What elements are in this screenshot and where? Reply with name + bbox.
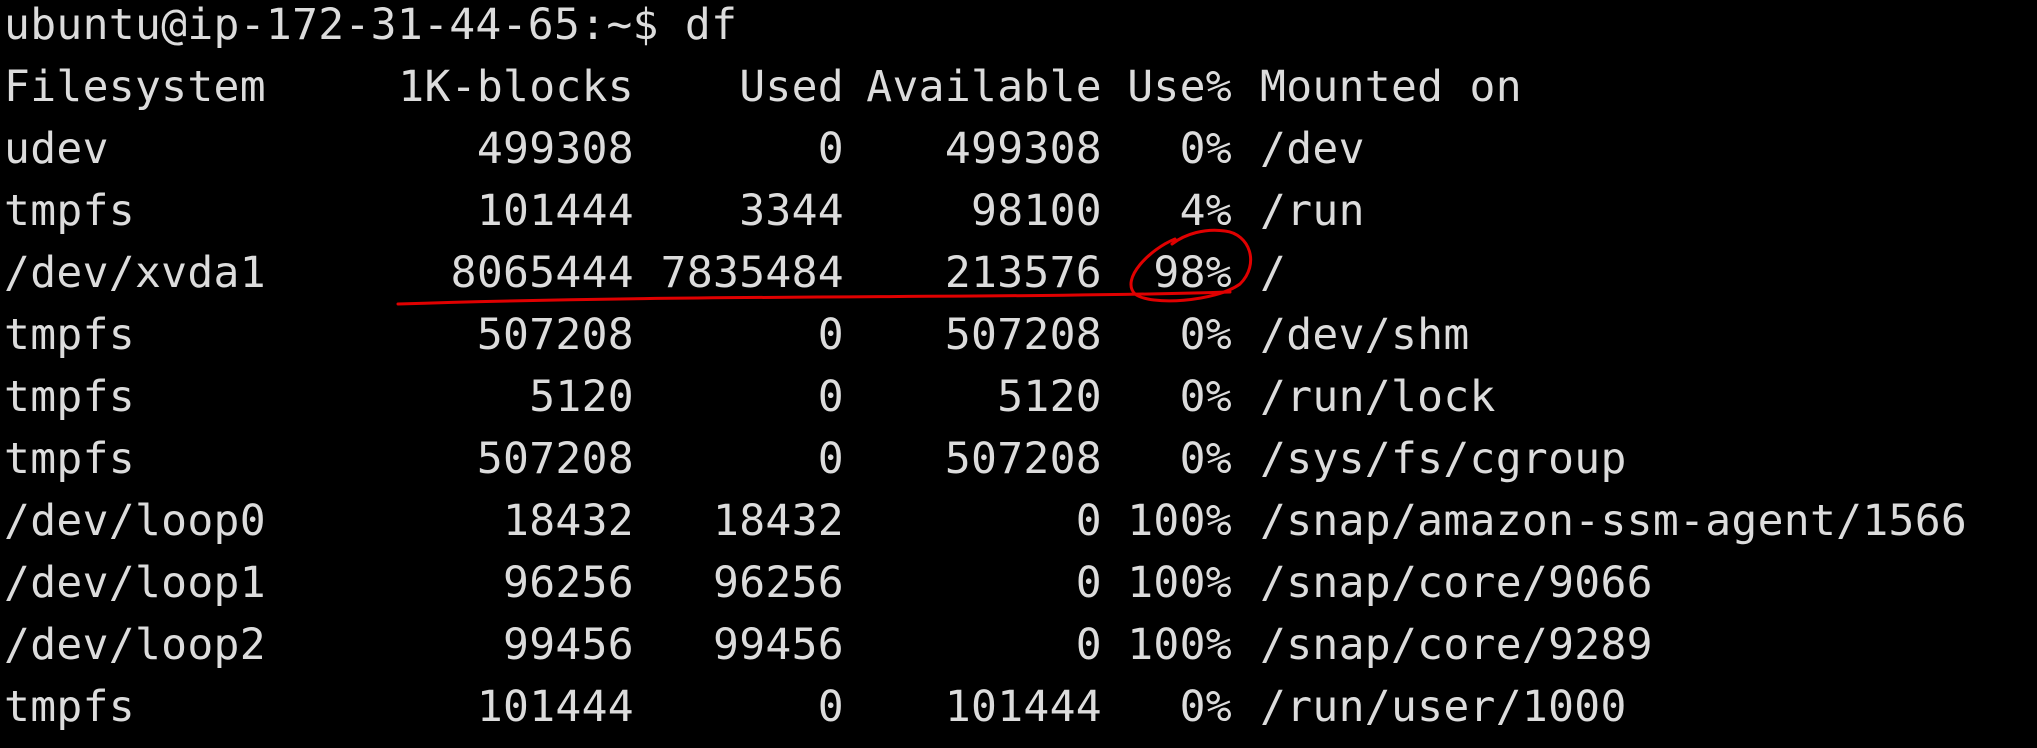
- cell-available: 98100: [971, 186, 1102, 236]
- cell-use-pct: 0%: [1179, 310, 1232, 360]
- header-available: Available: [866, 62, 1102, 112]
- cell-used: 0: [817, 434, 844, 484]
- cell-available: 0: [1075, 496, 1102, 546]
- cell-used: 0: [817, 682, 844, 732]
- cell-available: 507208: [944, 434, 1102, 484]
- filesystem-rows: udev 499308 0 499308 0% /dev tmpfs 101444 3344 98…: [4, 118, 2037, 738]
- table-row: /dev/loop0 18432 18432 0 100% /snap/amazon-ss…: [4, 490, 2037, 552]
- cell-used: 0: [817, 124, 844, 174]
- cell-used: 0: [817, 372, 844, 422]
- cell-mounted-on: /run: [1260, 186, 1365, 236]
- cell-filesystem: /dev/xvda1: [4, 248, 266, 298]
- cell-mounted-on: /dev: [1260, 124, 1365, 174]
- prompt-line: ubuntu@ip-172-31-44-65:~$ df: [4, 0, 2037, 56]
- command-text: df: [684, 0, 738, 50]
- cell-use-pct: 0%: [1179, 434, 1232, 484]
- cell-used: 99456: [713, 620, 844, 670]
- cell-blocks: 8065444: [450, 248, 634, 298]
- cell-available: 101444: [944, 682, 1102, 732]
- table-row: tmpfs 5120 0 5120 0% /run/lock: [4, 366, 2037, 428]
- cell-available: 507208: [944, 310, 1102, 360]
- header-mounted-on: Mounted on: [1260, 62, 1522, 112]
- table-row: /dev/xvda1 8065444 7835484 213576 98% /: [4, 242, 2037, 304]
- cell-blocks: 507208: [476, 434, 634, 484]
- cell-blocks: 101444: [476, 186, 634, 236]
- table-row: tmpfs 101444 0 101444 0% /run/user/1000: [4, 676, 2037, 738]
- cell-use-pct: 100%: [1127, 496, 1232, 546]
- header-used: Used: [739, 62, 844, 112]
- cell-use-pct: 100%: [1127, 620, 1232, 670]
- cell-blocks: 18432: [503, 496, 634, 546]
- table-row: udev 499308 0 499308 0% /dev: [4, 118, 2037, 180]
- table-row: tmpfs 101444 3344 98100 4% /run: [4, 180, 2037, 242]
- header-blocks: 1K-blocks: [398, 62, 634, 112]
- cell-filesystem: /dev/loop1: [4, 558, 266, 608]
- table-row: /dev/loop1 96256 96256 0 100% /snap/core/9066: [4, 552, 2037, 614]
- cell-use-pct: 4%: [1179, 186, 1232, 236]
- cell-filesystem: tmpfs: [4, 372, 135, 422]
- cell-filesystem: udev: [4, 124, 109, 174]
- cell-use-pct: 0%: [1179, 372, 1232, 422]
- cell-mounted-on: /snap/core/9066: [1260, 558, 1653, 608]
- cell-use-pct: 0%: [1179, 682, 1232, 732]
- cell-blocks: 96256: [503, 558, 634, 608]
- cell-used: 96256: [713, 558, 844, 608]
- cell-available: 213576: [944, 248, 1102, 298]
- header-filesystem: Filesystem: [4, 62, 266, 112]
- cell-used: 18432: [713, 496, 844, 546]
- shell-prompt: ubuntu@ip-172-31-44-65:~$: [4, 0, 659, 50]
- cell-mounted-on: /run/lock: [1260, 372, 1496, 422]
- cell-use-pct: 100%: [1127, 558, 1232, 608]
- cell-available: 0: [1075, 558, 1102, 608]
- cell-blocks: 507208: [476, 310, 634, 360]
- cell-mounted-on: /: [1260, 248, 1287, 298]
- cell-filesystem: tmpfs: [4, 310, 135, 360]
- table-row: tmpfs 507208 0 507208 0% /dev/shm: [4, 304, 2037, 366]
- cell-filesystem: /dev/loop0: [4, 496, 266, 546]
- cell-filesystem: tmpfs: [4, 434, 135, 484]
- cell-used: 3344: [739, 186, 844, 236]
- table-header-row: Filesystem 1K-blocks Used Available Use%…: [4, 56, 2037, 118]
- cell-mounted-on: /sys/fs/cgroup: [1260, 434, 1627, 484]
- cell-mounted-on: /dev/shm: [1260, 310, 1470, 360]
- cell-blocks: 5120: [529, 372, 634, 422]
- header-use-pct: Use%: [1127, 62, 1232, 112]
- cell-mounted-on: /run/user/1000: [1260, 682, 1627, 732]
- cell-blocks: 499308: [476, 124, 634, 174]
- cell-use-pct: 98%: [1153, 248, 1232, 298]
- terminal-window[interactable]: ubuntu@ip-172-31-44-65:~$ df Filesystem …: [0, 0, 2037, 742]
- cell-filesystem: tmpfs: [4, 186, 135, 236]
- cell-mounted-on: /snap/amazon-ssm-agent/1566: [1260, 496, 1968, 546]
- cell-mounted-on: /snap/core/9289: [1260, 620, 1653, 670]
- cell-used: 0: [817, 310, 844, 360]
- cell-filesystem: tmpfs: [4, 682, 135, 732]
- cell-blocks: 101444: [476, 682, 634, 732]
- cell-available: 0: [1075, 620, 1102, 670]
- cell-blocks: 99456: [503, 620, 634, 670]
- cell-use-pct: 0%: [1179, 124, 1232, 174]
- table-row: /dev/loop2 99456 99456 0 100% /snap/core/9289: [4, 614, 2037, 676]
- cell-available: 5120: [997, 372, 1102, 422]
- cell-filesystem: /dev/loop2: [4, 620, 266, 670]
- cell-used: 7835484: [660, 248, 844, 298]
- cell-available: 499308: [944, 124, 1102, 174]
- table-row: tmpfs 507208 0 507208 0% /sys/fs/cgroup: [4, 428, 2037, 490]
